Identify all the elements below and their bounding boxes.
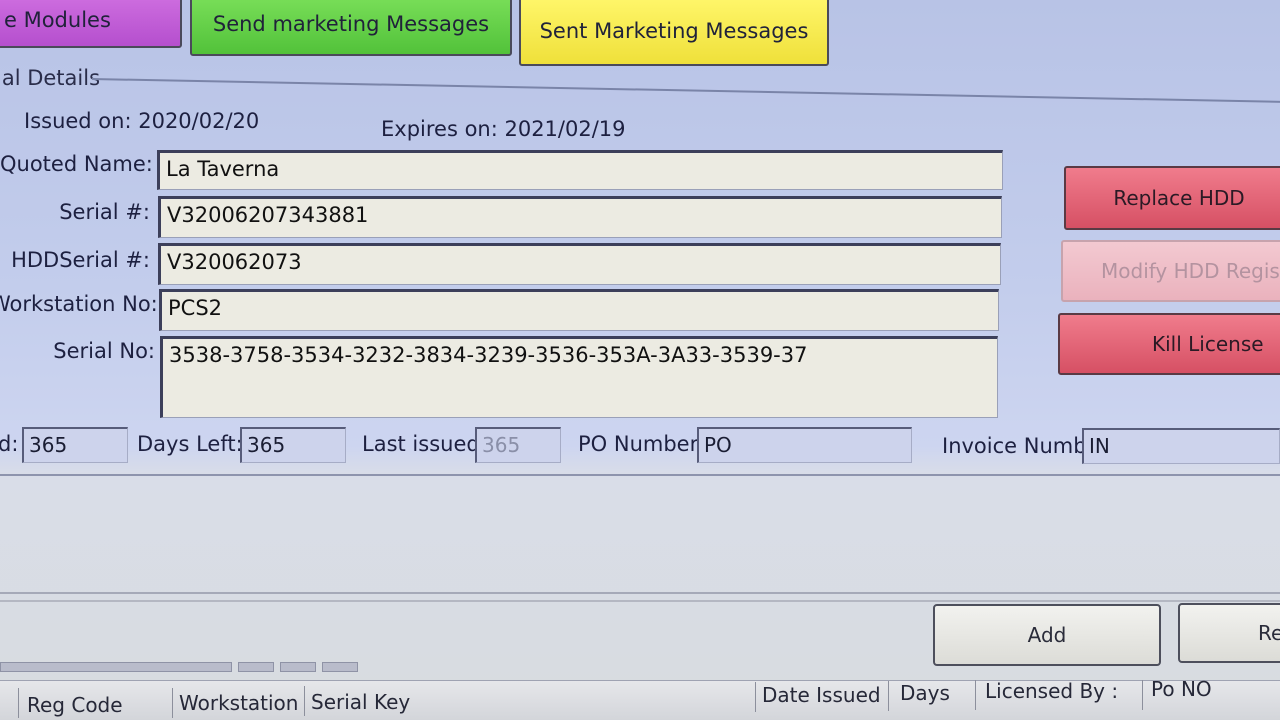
hdd-serial-label: HDDSerial #: bbox=[11, 248, 150, 272]
send-marketing-messages-label: Send marketing Messages bbox=[212, 12, 490, 36]
kill-license-label: Kill License bbox=[1152, 332, 1264, 356]
progress-segment bbox=[238, 662, 274, 672]
modify-hdd-registration-label: Modify HDD Registrati bbox=[1101, 259, 1280, 283]
modify-hdd-registration-button[interactable]: Modify HDD Registrati bbox=[1061, 240, 1280, 302]
column-header-serial-key[interactable]: Serial Key bbox=[311, 690, 410, 714]
quoted-name-field[interactable]: La Taverna bbox=[157, 150, 1003, 190]
column-header-days[interactable]: Days bbox=[900, 681, 950, 705]
workstation-field[interactable]: PCS2 bbox=[159, 289, 999, 331]
remove-button-label: Re bbox=[1258, 621, 1280, 645]
column-separator bbox=[888, 681, 889, 711]
progress-segment bbox=[280, 662, 316, 672]
modules-button-label: e Modules bbox=[4, 8, 111, 32]
workstation-label: Workstation No: bbox=[0, 292, 158, 316]
sent-marketing-messages-label: Sent Marketing Messages bbox=[539, 19, 809, 43]
last-issued-label: Last issued: bbox=[362, 432, 487, 456]
days-left-label: Days Left: bbox=[137, 432, 243, 456]
serial-no-label: Serial No: bbox=[53, 339, 155, 363]
column-header-date-issued[interactable]: Date Issued bbox=[762, 683, 881, 707]
column-separator bbox=[1142, 680, 1143, 710]
serial-field[interactable]: V32006207343881 bbox=[158, 196, 1002, 238]
expires-on-text: Expires on: 2021/02/19 bbox=[381, 117, 626, 141]
issued-on-text: Issued on: 2020/02/20 bbox=[24, 109, 260, 133]
quoted-name-label: Quoted Name: bbox=[0, 152, 153, 176]
column-header-workstation[interactable]: Workstation bbox=[179, 691, 298, 715]
invoice-number-field[interactable]: IN bbox=[1082, 428, 1280, 464]
serial-no-field[interactable]: 3538-3758-3534-3232-3834-3239-3536-353A-… bbox=[160, 336, 998, 418]
kill-license-button[interactable]: Kill License bbox=[1058, 313, 1280, 375]
lower-divider bbox=[0, 592, 1280, 594]
column-header-po-no[interactable]: Po NO bbox=[1151, 677, 1212, 701]
hdd-serial-field[interactable]: V320062073 bbox=[158, 243, 1001, 285]
lower-divider-2 bbox=[0, 600, 1280, 602]
last-issued-field: 365 bbox=[475, 427, 561, 463]
replace-hdd-button[interactable]: Replace HDD bbox=[1064, 166, 1280, 230]
group-border bbox=[91, 78, 1280, 103]
sent-marketing-messages-button[interactable]: Sent Marketing Messages bbox=[519, 0, 829, 66]
days-field[interactable]: 365 bbox=[22, 427, 128, 463]
column-separator bbox=[304, 686, 305, 716]
send-marketing-messages-button[interactable]: Send marketing Messages bbox=[190, 0, 512, 56]
progress-segment bbox=[322, 662, 358, 672]
column-header-reg-code[interactable]: Reg Code bbox=[27, 693, 123, 717]
column-header-licensed-by[interactable]: Licensed By : bbox=[985, 679, 1118, 703]
column-separator bbox=[18, 688, 19, 718]
add-button-label: Add bbox=[1027, 623, 1067, 647]
days-label: d: bbox=[0, 432, 19, 456]
progress-bar bbox=[0, 662, 232, 672]
replace-hdd-label: Replace HDD bbox=[1113, 186, 1245, 210]
serial-label: Serial #: bbox=[59, 200, 150, 224]
days-left-field[interactable]: 365 bbox=[240, 427, 346, 463]
po-number-label: PO Number: bbox=[578, 432, 705, 456]
column-separator bbox=[975, 680, 976, 710]
column-separator bbox=[755, 682, 756, 712]
remove-button[interactable]: Re bbox=[1178, 603, 1280, 663]
group-title: ial Details bbox=[0, 66, 101, 90]
po-number-field[interactable]: PO bbox=[697, 427, 912, 463]
add-button[interactable]: Add bbox=[933, 604, 1161, 666]
column-separator bbox=[172, 688, 173, 718]
modules-button[interactable]: e Modules bbox=[0, 0, 182, 48]
panel-divider bbox=[0, 474, 1280, 476]
